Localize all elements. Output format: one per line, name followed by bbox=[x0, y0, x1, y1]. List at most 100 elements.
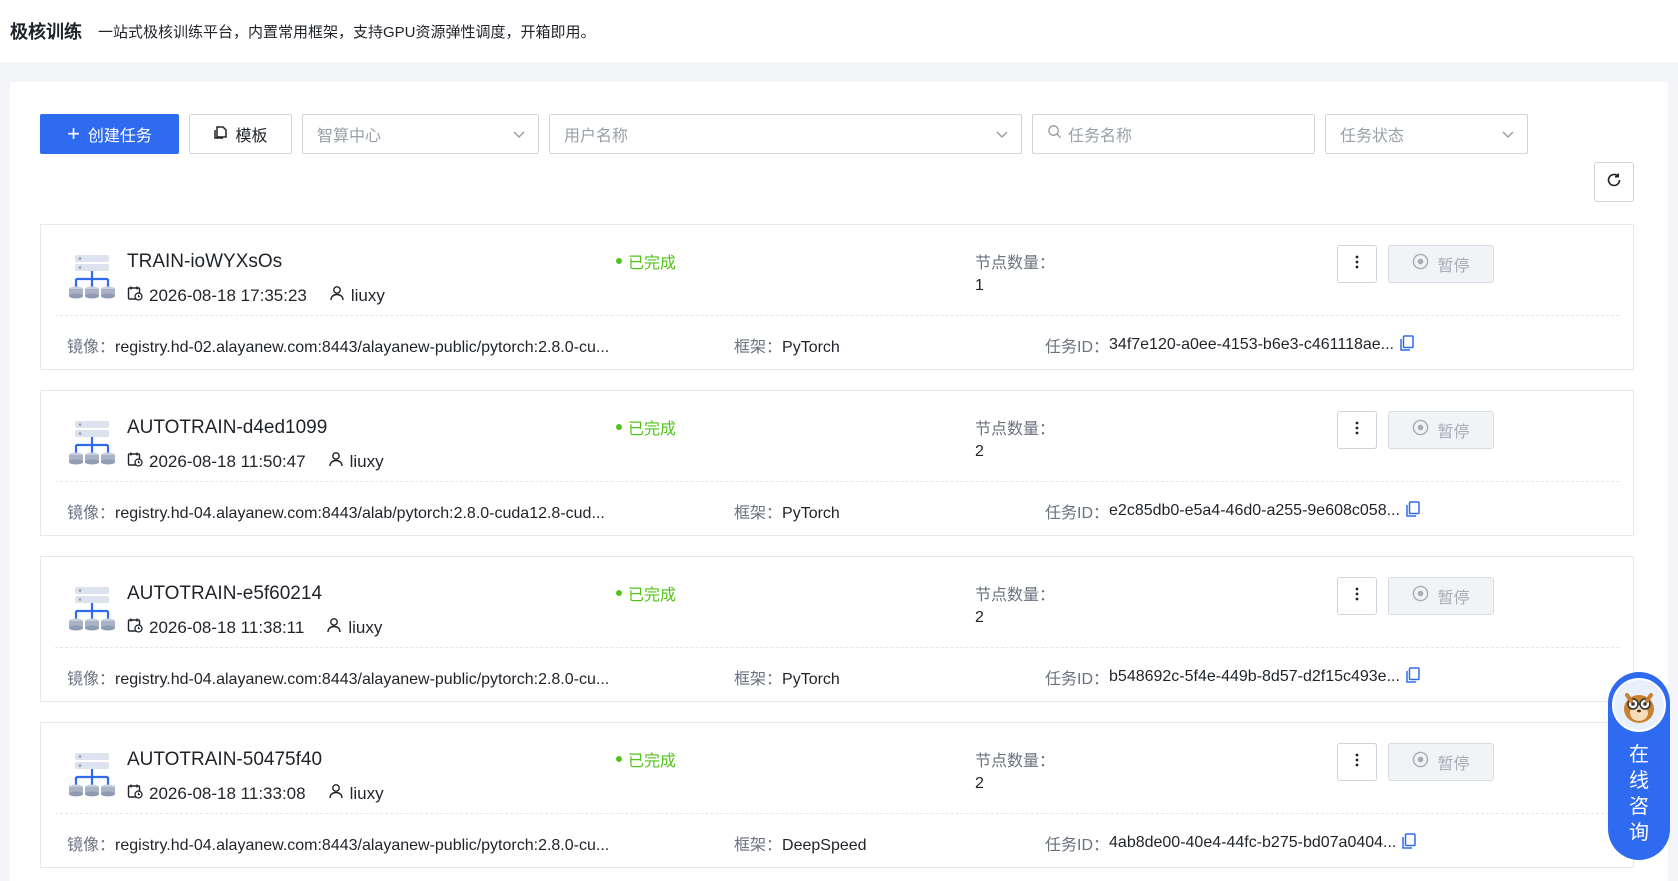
user-icon bbox=[328, 451, 350, 472]
template-icon bbox=[213, 124, 229, 145]
framework-label: 框架： bbox=[734, 837, 783, 854]
task-user: liuxy bbox=[329, 285, 385, 306]
nodes-value: 1 bbox=[975, 277, 984, 294]
calendar-clock-icon bbox=[127, 451, 149, 472]
toolbar: + 创建任务 模板 智算中心 用户名称 任务名称 任务状态 bbox=[40, 114, 1528, 154]
page-header: 极核训练 一站式极核训练平台，内置常用框架，支持GPU资源弹性调度，开箱即用。 bbox=[0, 0, 1678, 62]
plus-icon: + bbox=[67, 121, 80, 146]
task-framework: 框架：DeepSpeed bbox=[734, 831, 867, 855]
framework-value: PyTorch bbox=[782, 339, 840, 356]
task-time-text: 2026-08-18 17:35:23 bbox=[149, 285, 307, 305]
image-label: 镜像： bbox=[67, 671, 116, 688]
status-dot bbox=[616, 590, 622, 596]
pause-label: 暂停 bbox=[1437, 258, 1470, 275]
compute-center-select[interactable]: 智算中心 bbox=[302, 114, 539, 154]
user-icon bbox=[326, 617, 348, 638]
calendar-clock-icon bbox=[127, 783, 149, 804]
task-status-placeholder: 任务状态 bbox=[1340, 128, 1405, 145]
task-id: 任务ID： b548692c-5f4e-449b-8d57-d2f15c493e.… bbox=[1045, 665, 1420, 689]
pause-label: 暂停 bbox=[1437, 756, 1470, 773]
status-dot bbox=[616, 258, 622, 264]
username-select[interactable]: 用户名称 bbox=[549, 114, 1022, 154]
task-image: 镜像：registry.hd-04.alayanew.com:8443/alay… bbox=[67, 665, 609, 689]
chevron-down-icon bbox=[512, 127, 526, 146]
copy-icon[interactable] bbox=[1402, 832, 1417, 854]
page-description: 一站式极核训练平台，内置常用框架，支持GPU资源弹性调度，开箱即用。 bbox=[98, 23, 596, 41]
pause-button[interactable]: 暂停 bbox=[1388, 411, 1494, 449]
task-id-value: b548692c-5f4e-449b-8d57-d2f15c493e... bbox=[1109, 668, 1400, 685]
task-time: 2026-08-18 11:38:11 bbox=[127, 617, 304, 638]
status-text: 已完成 bbox=[628, 587, 677, 604]
more-actions-button[interactable] bbox=[1337, 245, 1377, 283]
status-badge: 已完成 bbox=[616, 747, 676, 771]
pause-label: 暂停 bbox=[1437, 424, 1470, 441]
more-actions-button[interactable] bbox=[1337, 411, 1377, 449]
more-actions-button[interactable] bbox=[1337, 743, 1377, 781]
template-button[interactable]: 模板 bbox=[189, 114, 292, 154]
compute-center-placeholder: 智算中心 bbox=[317, 128, 382, 145]
pause-circle-icon bbox=[1412, 751, 1429, 773]
task-user-text: liuxy bbox=[349, 783, 384, 803]
create-task-label: 创建任务 bbox=[87, 128, 152, 145]
image-value: registry.hd-04.alayanew.com:8443/alayane… bbox=[115, 837, 610, 854]
task-card[interactable]: AUTOTRAIN-d4ed1099 2026-08-18 11:50:47 l… bbox=[40, 390, 1634, 536]
pause-label: 暂停 bbox=[1437, 590, 1470, 607]
pause-circle-icon bbox=[1412, 585, 1429, 607]
task-name[interactable]: AUTOTRAIN-d4ed1099 bbox=[127, 417, 327, 439]
task-time-text: 2026-08-18 11:38:11 bbox=[149, 617, 305, 637]
task-framework: 框架：PyTorch bbox=[734, 499, 840, 523]
status-badge: 已完成 bbox=[616, 581, 676, 605]
pause-button[interactable]: 暂停 bbox=[1388, 577, 1494, 615]
task-id: 任务ID： 4ab8de00-40e4-44fc-b275-bd07a0404..… bbox=[1045, 831, 1417, 855]
card-divider bbox=[55, 481, 1619, 482]
nodes-value: 2 bbox=[975, 443, 984, 460]
image-value: registry.hd-04.alayanew.com:8443/alab/py… bbox=[115, 505, 605, 522]
more-vertical-icon bbox=[1355, 421, 1359, 440]
page-title: 极核训练 bbox=[10, 22, 82, 42]
task-user-text: liuxy bbox=[350, 285, 385, 305]
task-name[interactable]: AUTOTRAIN-e5f60214 bbox=[127, 583, 322, 605]
image-label: 镜像： bbox=[67, 505, 116, 522]
card-divider bbox=[55, 647, 1619, 648]
status-badge: 已完成 bbox=[616, 249, 676, 273]
server-cluster-icon bbox=[67, 419, 117, 469]
pause-button[interactable]: 暂停 bbox=[1388, 743, 1494, 781]
username-placeholder: 用户名称 bbox=[564, 128, 629, 145]
pause-button[interactable]: 暂停 bbox=[1388, 245, 1494, 283]
server-cluster-icon bbox=[67, 585, 117, 635]
task-name[interactable]: TRAIN-ioWYXsOs bbox=[127, 251, 282, 273]
task-user: liuxy bbox=[326, 617, 382, 638]
task-status-select[interactable]: 任务状态 bbox=[1325, 114, 1528, 154]
copy-icon[interactable] bbox=[1400, 334, 1414, 356]
task-time: 2026-08-18 11:33:08 bbox=[127, 783, 306, 804]
task-card[interactable]: TRAIN-ioWYXsOs 2026-08-18 17:35:23 liuxy… bbox=[40, 224, 1634, 370]
status-text: 已完成 bbox=[628, 255, 677, 272]
task-time: 2026-08-18 11:50:47 bbox=[127, 451, 306, 472]
refresh-icon bbox=[1605, 171, 1623, 194]
server-cluster-icon bbox=[67, 253, 117, 303]
create-task-button[interactable]: + 创建任务 bbox=[40, 114, 179, 154]
online-consult-label: 在线咨询 bbox=[1629, 744, 1649, 844]
more-vertical-icon bbox=[1355, 753, 1359, 772]
search-icon bbox=[1047, 124, 1062, 144]
framework-label: 框架： bbox=[734, 505, 783, 522]
task-card[interactable]: AUTOTRAIN-e5f60214 2026-08-18 11:38:11 l… bbox=[40, 556, 1634, 702]
task-id-label: 任务ID： bbox=[1045, 339, 1110, 356]
task-time: 2026-08-18 17:35:23 bbox=[127, 285, 307, 306]
copy-icon[interactable] bbox=[1406, 666, 1420, 688]
task-id-value: 34f7e120-a0ee-4153-b6e3-c461118ae... bbox=[1109, 336, 1394, 353]
copy-icon[interactable] bbox=[1406, 500, 1420, 522]
task-card[interactable]: AUTOTRAIN-50475f40 2026-08-18 11:33:08 l… bbox=[40, 722, 1634, 868]
taskname-search-input[interactable]: 任务名称 bbox=[1032, 114, 1315, 154]
task-name[interactable]: AUTOTRAIN-50475f40 bbox=[127, 749, 322, 771]
status-text: 已完成 bbox=[628, 421, 677, 438]
task-meta: 2026-08-18 11:33:08 liuxy bbox=[127, 783, 406, 804]
nodes-label: 节点数量： bbox=[975, 753, 1056, 770]
task-image: 镜像：registry.hd-02.alayanew.com:8443/alay… bbox=[67, 333, 609, 357]
task-framework: 框架：PyTorch bbox=[734, 665, 840, 689]
refresh-button[interactable] bbox=[1594, 162, 1634, 202]
online-consult-button[interactable]: 在线咨询 bbox=[1608, 672, 1670, 860]
nodes-label: 节点数量： bbox=[975, 421, 1056, 438]
more-actions-button[interactable] bbox=[1337, 577, 1377, 615]
nodes-value: 2 bbox=[975, 775, 984, 792]
